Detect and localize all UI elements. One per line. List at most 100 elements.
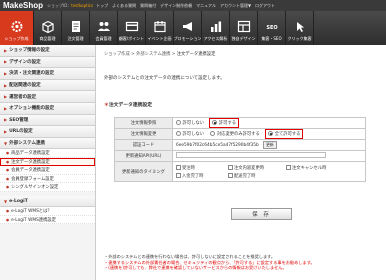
sidebar-item-delivery[interactable]: ▶ 配送関連の設定 [0,79,95,92]
radio-ref-deny[interactable]: 許可しない [176,120,204,126]
sidebar-item-label: 決済・注文関連の設定 [9,71,55,77]
sidebar-sub-elogit-settings[interactable]: ● e-LogiT WMS連携設定 [0,215,95,225]
sidebar-item-label: 外部システム連携 [9,141,45,147]
radio-edit-deny[interactable]: 許可しない [176,131,204,137]
main-toolbar: ショップ作成 商品管理 注文管理 会員管理 顧客/ポイント イベント企画 プロモ… [0,11,386,45]
bullet-icon: ● [6,151,10,156]
radio-button-selected[interactable] [212,120,218,126]
checkbox[interactable] [176,173,181,178]
tool-analytics[interactable]: アクセス解析 [202,11,230,45]
radio-edit-allow-all[interactable]: 全て許可する [265,128,304,139]
row-order-edit: 注文情報変更 許可しない 対応変更のみ許可する 全て許可する [114,128,366,140]
sidebar-sub-product-data[interactable]: ● 商品データ連携設定 [0,149,95,158]
radio-edit-status-only[interactable]: 対応変更のみ許可する [210,131,260,137]
radio-button-selected[interactable] [268,131,274,137]
bullet-icon: ● [6,159,10,164]
save-button[interactable]: 保 存 [231,208,292,220]
sidebar-item-options[interactable]: ▶ オプション機能の設定 [0,102,95,115]
sidebar-item-operator[interactable]: ▶ 運営者の設定 [0,91,95,103]
tool-label: 独自デザイン [231,36,256,41]
tool-design[interactable]: 独自デザイン [230,11,258,45]
checkbox-on-change[interactable]: 注文内容変更時 [228,165,281,171]
notes: ・外部のシステムとの連携を行わない場合は、許可しないに設定されることを推奨します… [104,254,384,271]
tool-label: クリック集客 [287,36,312,41]
checkbox-on-delivery[interactable]: 配送完了時 [228,173,281,179]
tool-orders[interactable]: 注文管理 [62,11,90,45]
radio-button[interactable] [176,131,181,137]
chevron-down-icon: ▼ [4,140,8,146]
section-title: ＊注文データ連携設定 [104,103,152,108]
breadcrumb-shop[interactable]: ショップ作成 [104,52,130,57]
tool-seo[interactable]: SEO 集客・SEO [258,11,286,45]
chevron-right-icon: ▶ [4,117,8,123]
radio-button[interactable] [176,120,181,126]
row-label: 更新通知のタイミング [114,161,173,182]
nav-question-box[interactable]: 質問箱付 [140,3,156,9]
checkbox[interactable] [176,165,181,170]
bullet-icon: ● [6,168,10,173]
sidebar-item-label: 運営者の設定 [9,94,37,100]
row-order-reference: 注文情報参照 許可しない 許可する [114,117,366,129]
sidebar-item-label: e-LogiT [9,198,28,204]
nav-logout[interactable]: ログアウト [255,3,275,9]
checkbox-on-order[interactable]: 受注時 [176,165,223,171]
settings-table: 注文情報参照 許可しない 許可する 注文情報変更 許可しない 対応変更のみ許可す… [114,117,366,182]
sidebar-item-label: デザインの設定 [9,59,41,65]
sidebar-item-external-systems[interactable]: ▼ 外部システム連携 [0,137,95,150]
tool-click[interactable]: クリック集客 [286,11,314,45]
tool-label: 集客・SEO [261,36,282,41]
row-label: 認証コード [114,139,173,151]
nav-design-request[interactable]: デザイン制作依頼 [160,3,192,9]
svg-text:SEO: SEO [266,25,277,31]
tool-points[interactable]: 顧客/ポイント [118,11,146,45]
tool-label: 顧客/ポイント [118,36,145,41]
nav-manual[interactable]: マニュアル [196,3,216,9]
users-icon [97,22,110,31]
row-value [172,150,366,162]
nav-top[interactable]: トップ [96,3,108,9]
chevron-right-icon: ▶ [4,70,8,76]
sidebar-sub-sso[interactable]: ● シングルサインオン設定 [0,183,95,192]
sidebar-item-payment[interactable]: ▶ 決済・注文関連の設定 [0,68,95,80]
top-nav: トップ よくある質問 質問箱付 デザイン制作依頼 マニュアル アカウント管理▼ … [96,3,275,9]
radio-ref-allow[interactable]: 許可する [209,117,240,128]
gear-icon [11,21,22,32]
note-3: ・(連携を)許可しても、弊社で連携を確認していないサービスからの情報はお受けいた… [104,265,287,270]
sidebar-sub-elogit-about[interactable]: ● e-LogiT WMSとは？ [0,207,95,216]
tool-events[interactable]: イベント企画 [146,11,174,45]
design-icon [237,20,250,33]
checkbox[interactable] [228,165,233,170]
row-value: 6ee59b7f02c64b5ce5a47f5290b4f35b 更新 [172,139,366,151]
sidebar-item-seo[interactable]: ▶ SEO管理 [0,114,95,127]
auth-code-value: 6ee59b7f02c64b5ce5a47f5290b4f35b [176,143,259,148]
bullet-icon: ● [6,185,10,190]
checkbox[interactable] [286,165,291,170]
update-url-input[interactable] [176,152,326,158]
chart-icon [210,21,221,32]
sidebar-sub-order-data[interactable]: ● 注文データ連携設定 [0,157,95,167]
radio-button[interactable] [210,131,216,137]
checkbox-on-payment[interactable]: 入金完了時 [176,173,223,179]
tool-promotion[interactable]: プロモーション [174,11,202,45]
tool-products[interactable]: 商品管理 [34,11,62,45]
sidebar-item-design[interactable]: ▶ デザインの設定 [0,56,95,69]
sidebar-sub-member-data[interactable]: ● 会員データ連携設定 [0,166,95,175]
makeshop-logo[interactable]: MakeShop [0,1,47,10]
regenerate-button[interactable]: 更新 [263,141,277,149]
sidebar-item-label: SEO管理 [9,117,29,123]
row-label: 注文情報参照 [114,117,173,129]
card-icon [125,21,138,32]
sidebar-item-elogit[interactable]: ▼ e-LogiT [0,195,95,208]
nav-faq[interactable]: よくある質問 [112,3,136,9]
sidebar-item-label: オプション機能の設定 [9,106,55,112]
checkbox[interactable] [228,173,233,178]
tool-members[interactable]: 会員管理 [90,11,118,45]
nav-account[interactable]: アカウント管理▼ [220,3,251,9]
sidebar-item-shop-info[interactable]: ▶ ショップ情報の設定 [0,45,95,57]
breadcrumb-external[interactable]: 外部システム連携 [136,52,170,57]
sidebar-sub-member-form[interactable]: ● 会員登録フォーム設定 [0,174,95,184]
tool-shop-settings[interactable]: ショップ作成 [0,11,34,45]
sidebar-item-url[interactable]: ▶ URLの設定 [0,126,95,138]
click-icon [296,22,304,32]
checkbox-on-cancel[interactable]: 注文キャンセル時 [286,165,341,171]
